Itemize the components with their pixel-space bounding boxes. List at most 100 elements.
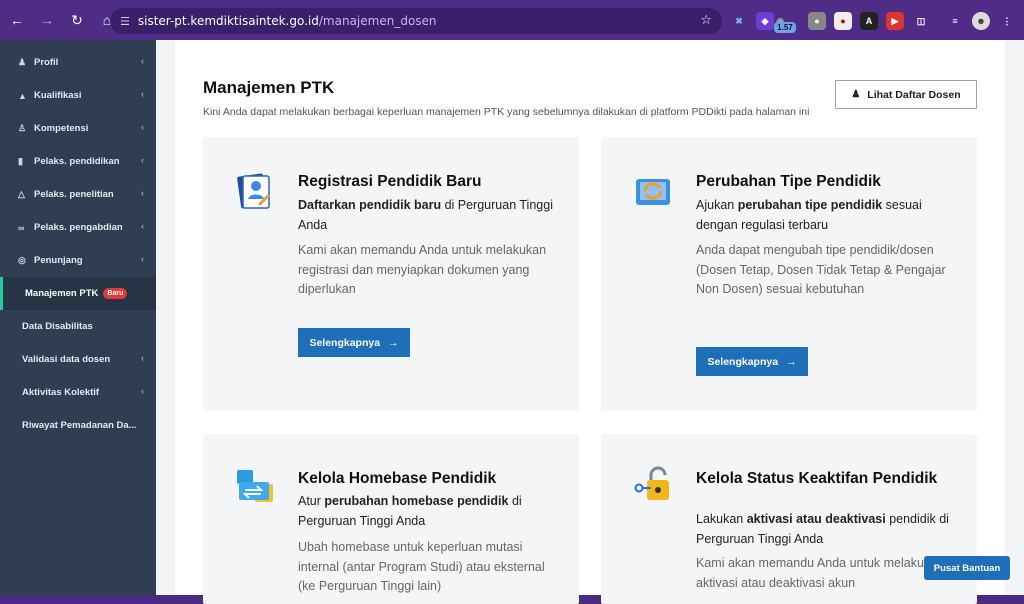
new-badge: Baru	[103, 288, 128, 299]
extension-cross-icon[interactable]: ✖	[730, 12, 748, 30]
card-lead-bold: Daftarkan pendidik baru	[298, 198, 442, 212]
card-title: Kelola Homebase Pendidik	[298, 470, 497, 487]
sidebar-item-label: Pelaks. penelitian	[34, 189, 114, 200]
sidebar-item-label: Aktivitas Kolektif	[22, 387, 100, 398]
sidebar-item-riwayat-pemadanan[interactable]: Riwayat Pemadanan Da...	[0, 409, 156, 442]
sidebar-item-label: Kompetensi	[34, 123, 89, 134]
address-bar[interactable]: ☰ sister-pt.kemdiktisaintek.go.id/manaje…	[110, 8, 722, 34]
card-description: Kami akan memandu Anda untuk melakukan r…	[298, 243, 547, 296]
sidebar-item-label: Riwayat Pemadanan Da...	[22, 420, 137, 431]
card-lead-bold: aktivasi atau deaktivasi	[746, 512, 886, 526]
card-title: Perubahan Tipe Pendidik	[696, 173, 881, 190]
browser-menu-icon[interactable]: ⋮	[998, 12, 1016, 30]
card-registrasi-pendidik: Registrasi Pendidik Baru Daftarkan pendi…	[203, 137, 579, 411]
flask-icon: △	[18, 189, 25, 199]
extensions-bar: ✖ ◆ ◉ 1.57 ● ● A ▶ ◫ ≡ ☻ ⋮	[730, 8, 1016, 34]
chevron-left-icon: ‹	[141, 155, 144, 165]
card-lead-pre: Ajukan	[696, 198, 738, 212]
chevron-left-icon: ‹	[141, 89, 144, 99]
card-lead-pre: Atur	[298, 494, 325, 508]
card-title: Kelola Status Keaktifan Pendidik	[696, 470, 938, 487]
extension-flag-icon[interactable]: ●	[834, 12, 852, 30]
sidebar-item-aktivitas-kolektif[interactable]: Aktivitas Kolektif ‹	[0, 376, 156, 409]
forward-icon[interactable]: →	[34, 7, 60, 33]
card-description: Ubah homebase untuk keperluan mutasi int…	[298, 540, 545, 593]
padlock-key-icon	[633, 466, 673, 506]
sidebar-item-data-disabilitas[interactable]: Data Disabilitas	[0, 310, 156, 343]
chevron-left-icon: ‹	[141, 254, 144, 264]
selengkapnya-button[interactable]: Selengkapnya →	[696, 347, 808, 376]
chevron-left-icon: ‹	[141, 56, 144, 66]
sidebar-item-pelaks-penelitian[interactable]: △ Pelaks. penelitian ‹	[0, 178, 156, 211]
lihat-daftar-dosen-button[interactable]: ♟ Lihat Daftar Dosen	[835, 80, 977, 109]
sidebar-item-penunjang[interactable]: ◎ Penunjang ‹	[0, 244, 156, 277]
document-profile-icon	[235, 171, 275, 211]
arrow-right-icon: →	[786, 355, 797, 368]
extension-a-icon[interactable]: A	[860, 12, 878, 30]
sidebar-item-pelaks-pengabdian[interactable]: ∞ Pelaks. pengabdian ‹	[0, 211, 156, 244]
page-subtitle: Kini Anda dapat melakukan berbagai keper…	[203, 106, 810, 118]
card-lead-bold: perubahan homebase pendidik	[324, 494, 509, 508]
reload-icon[interactable]: ↻	[64, 7, 90, 33]
sidebar-item-kompetensi[interactable]: ♙ Kompetensi ‹	[0, 112, 156, 145]
card-lead: Lakukan aktivasi atau deaktivasi pendidi…	[696, 509, 958, 549]
card-lead-pre: Lakukan	[696, 512, 747, 526]
lihat-daftar-dosen-label: Lihat Daftar Dosen	[867, 88, 961, 101]
sidebar-item-label: Pelaks. pendidikan	[34, 156, 120, 167]
chevron-left-icon: ‹	[141, 221, 144, 231]
main-content: Manajemen PTK Kini Anda dapat melakukan …	[175, 40, 1005, 604]
sidebar-item-label: Data Disabilitas	[22, 321, 93, 332]
arrow-right-icon: →	[388, 336, 399, 349]
extension-play-icon[interactable]: ▶	[886, 12, 904, 30]
card-lead-bold: perubahan tipe pendidik	[737, 198, 883, 212]
extensions-puzzle-icon[interactable]: ◫	[912, 12, 930, 30]
person-icon: ♟	[851, 89, 861, 100]
card-perubahan-tipe: Perubahan Tipe Pendidik Ajukan perubahan…	[601, 137, 977, 411]
sidebar-item-pelaks-pendidikan[interactable]: ▮ Pelaks. pendidikan ‹	[0, 145, 156, 178]
users-icon: ♙	[18, 123, 27, 133]
card-lead: Ajukan perubahan tipe pendidik sesuai de…	[696, 195, 958, 235]
page-title: Manajemen PTK	[203, 78, 335, 97]
card-lead: Atur perubahan homebase pendidik di Perg…	[298, 491, 560, 531]
back-icon[interactable]: ←	[4, 7, 30, 33]
sidebar-item-label: Penunjang	[34, 255, 83, 266]
extension-camera-icon[interactable]: ●	[808, 12, 826, 30]
sidebar-item-label: Kualifikasi	[34, 90, 82, 101]
page-content: ♟ Profil ‹ ▲ Kualifikasi ‹ ♙ Kompetensi ‹ ▮ Pel…	[0, 40, 1024, 604]
card-title: Registrasi Pendidik Baru	[298, 173, 482, 190]
sidebar-item-profil[interactable]: ♟ Profil ‹	[0, 46, 156, 79]
sidebar-item-label: Pelaks. pengabdian	[34, 222, 123, 233]
extension-diamond-icon[interactable]: ◆	[756, 12, 774, 30]
sidebar-item-label: Profil	[34, 57, 59, 68]
reading-list-icon[interactable]: ≡	[946, 12, 964, 30]
sidebar-item-kualifikasi[interactable]: ▲ Kualifikasi ‹	[0, 79, 156, 112]
extension-shield-icon[interactable]: ◉ 1.57	[774, 12, 800, 33]
sidebar-item-validasi-data-dosen[interactable]: Validasi data dosen ‹	[0, 343, 156, 376]
sync-folder-icon	[633, 171, 673, 211]
card-description: Anda dapat mengubah tipe pendidik/dosen …	[696, 243, 946, 296]
sidebar-item-label: Manajemen PTK	[25, 288, 99, 299]
site-settings-icon[interactable]: ☰	[120, 15, 130, 28]
sidebar-item-manajemen-ptk[interactable]: Manajemen PTK Baru	[0, 277, 156, 310]
profile-avatar-icon[interactable]: ☻	[972, 12, 990, 30]
graduation-cap-icon: ▲	[18, 90, 27, 101]
bookmark-star-icon[interactable]: ☆	[700, 13, 712, 28]
browser-toolbar: ← → ↻ ⌂ ☰ sister-pt.kemdiktisaintek.go.i…	[0, 0, 1024, 40]
chevron-left-icon: ‹	[141, 188, 144, 198]
card-description: Kami akan memandu Anda untuk melakukan a…	[696, 556, 945, 590]
url-host: sister-pt.kemdiktisaintek.go.id	[137, 14, 319, 28]
selengkapnya-label: Selengkapnya	[707, 355, 779, 368]
card-kelola-status: Kelola Status Keaktifan Pendidik Lakukan…	[601, 434, 977, 604]
book-icon: ▮	[18, 156, 23, 166]
sidebar: ♟ Profil ‹ ▲ Kualifikasi ‹ ♙ Kompetensi ‹ ▮ Pel…	[0, 40, 156, 595]
chevron-left-icon: ‹	[141, 122, 144, 132]
pusat-bantuan-button[interactable]: Pusat Bantuan	[924, 556, 1010, 580]
card-kelola-homebase: Kelola Homebase Pendidik Atur perubahan …	[203, 434, 579, 604]
extension-badge: 1.57	[774, 21, 796, 33]
globe-icon: ◎	[18, 255, 26, 265]
selengkapnya-button[interactable]: Selengkapnya →	[298, 328, 410, 357]
sidebar-item-label: Validasi data dosen	[22, 354, 111, 365]
card-lead: Daftarkan pendidik baru di Perguruan Tin…	[298, 195, 560, 235]
link-icon: ∞	[18, 222, 25, 233]
selengkapnya-label: Selengkapnya	[309, 336, 381, 349]
